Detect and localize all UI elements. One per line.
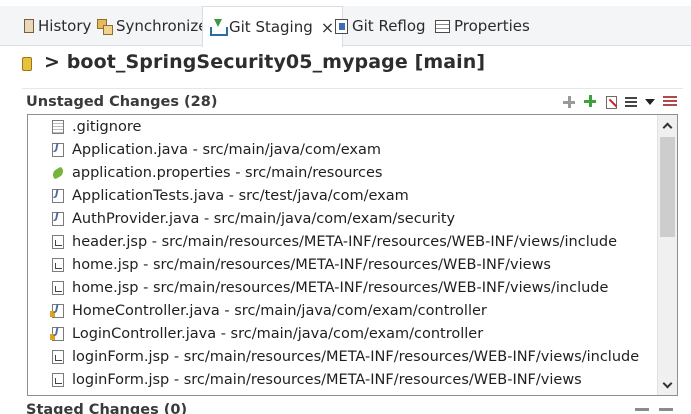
tab-label: Git Reflog [352, 17, 426, 35]
scroll-down-button[interactable] [658, 375, 677, 395]
list-item[interactable]: LoginController.java - src/main/java/com… [28, 322, 657, 345]
file-label: application.properties - src/main/resour… [72, 164, 383, 181]
scroll-up-button[interactable] [658, 115, 677, 135]
java-file-icon [52, 211, 64, 226]
unstage-icon[interactable] [635, 408, 649, 411]
java-class-icon [50, 303, 64, 318]
repository-icon [22, 57, 32, 71]
list-item[interactable]: .gitignore [28, 115, 657, 138]
list-item[interactable]: Application.java - src/main/java/com/exa… [28, 138, 657, 161]
view-tab-bar: History Synchronize Git Staging × Git Re… [0, 0, 691, 50]
tab-label: History [38, 17, 92, 35]
list-item[interactable]: HomeController.java - src/main/java/com/… [28, 299, 657, 322]
stage-all-icon[interactable] [584, 95, 598, 109]
file-rows: .gitignore Application.java - src/main/j… [28, 115, 657, 391]
properties-icon [435, 19, 450, 33]
vertical-scrollbar[interactable] [657, 115, 677, 395]
tab-history[interactable]: History [22, 6, 91, 46]
synchronize-icon [96, 18, 113, 35]
list-item[interactable]: ApplicationTests.java - src/test/java/co… [28, 184, 657, 207]
properties-file-icon [52, 166, 64, 180]
list-item[interactable]: AuthProvider.java - src/main/java/com/ex… [28, 207, 657, 230]
staged-title: Staged Changes (0) [26, 402, 188, 414]
list-item[interactable]: header.jsp - src/main/resources/META-INF… [28, 230, 657, 253]
list-item[interactable]: application.properties - src/main/resour… [28, 161, 657, 184]
file-label: HomeController.java - src/main/java/com/… [72, 302, 487, 319]
stage-selected-icon[interactable] [562, 95, 576, 109]
sort-icon[interactable] [663, 96, 677, 108]
file-label: ApplicationTests.java - src/test/java/co… [72, 187, 409, 204]
unstaged-toolbar [562, 95, 683, 109]
file-label: Application.java - src/main/java/com/exa… [72, 141, 382, 158]
unstage-all-icon[interactable] [659, 408, 673, 411]
text-file-icon [52, 119, 64, 134]
staged-section: Staged Changes (0) [22, 402, 683, 414]
tab-git-staging[interactable]: Git Staging × [202, 6, 344, 47]
repository-header: > boot_SpringSecurity05_mypage [main] [22, 48, 485, 76]
jsp-file-icon [52, 280, 64, 295]
chevron-up-icon [662, 122, 673, 132]
tab-label: Properties [454, 17, 530, 35]
history-icon [24, 19, 34, 33]
unstaged-title: Unstaged Changes (28) [26, 94, 218, 110]
tab-properties[interactable]: Properties [435, 6, 530, 46]
chevron-down-icon [662, 378, 673, 388]
page-title: > boot_SpringSecurity05_mypage [main] [44, 51, 486, 73]
staged-toolbar [635, 402, 683, 414]
git-reflog-icon [335, 18, 348, 34]
jsp-file-icon [52, 372, 64, 387]
file-label: loginForm.jsp - src/main/resources/META-… [72, 348, 640, 365]
java-file-icon [52, 142, 64, 157]
remove-from-index-icon[interactable] [606, 95, 617, 109]
tab-synchronize[interactable]: Synchronize [96, 6, 207, 46]
file-label: home.jsp - src/main/resources/META-INF/r… [72, 279, 609, 296]
file-label: LoginController.java - src/main/java/com… [72, 325, 484, 342]
file-label: loginForm.jsp - src/main/resources/META-… [72, 371, 582, 388]
file-label: home.jsp - src/main/resources/META-INF/r… [72, 256, 551, 273]
list-item[interactable]: home.jsp - src/main/resources/META-INF/r… [28, 253, 657, 276]
git-staging-icon [209, 19, 228, 36]
jsp-file-icon [52, 349, 64, 364]
tab-label: Synchronize [116, 17, 208, 35]
chevron-down-icon[interactable] [645, 99, 655, 105]
unstaged-header: Unstaged Changes (28) [22, 89, 683, 115]
jsp-file-icon [52, 257, 64, 272]
file-label: header.jsp - src/main/resources/META-INF… [72, 233, 618, 250]
java-class-icon [50, 326, 64, 341]
file-label: .gitignore [72, 118, 142, 135]
tab-git-reflog[interactable]: Git Reflog [335, 6, 426, 46]
presentation-list-icon[interactable] [625, 96, 637, 108]
file-label: AuthProvider.java - src/main/java/com/ex… [72, 210, 456, 227]
unstaged-file-list[interactable]: .gitignore Application.java - src/main/j… [27, 114, 678, 396]
tab-label: Git Staging [229, 18, 313, 36]
list-item[interactable]: loginForm.jsp - src/main/resources/META-… [28, 368, 657, 391]
list-item[interactable]: loginForm.jsp - src/main/resources/META-… [28, 345, 657, 368]
list-item[interactable]: home.jsp - src/main/resources/META-INF/r… [28, 276, 657, 299]
jsp-file-icon [52, 234, 64, 249]
unstaged-section: Unstaged Changes (28) [22, 89, 683, 115]
scrollbar-thumb[interactable] [660, 137, 675, 237]
close-tab-icon[interactable]: × [321, 18, 334, 37]
java-file-icon [52, 188, 64, 203]
